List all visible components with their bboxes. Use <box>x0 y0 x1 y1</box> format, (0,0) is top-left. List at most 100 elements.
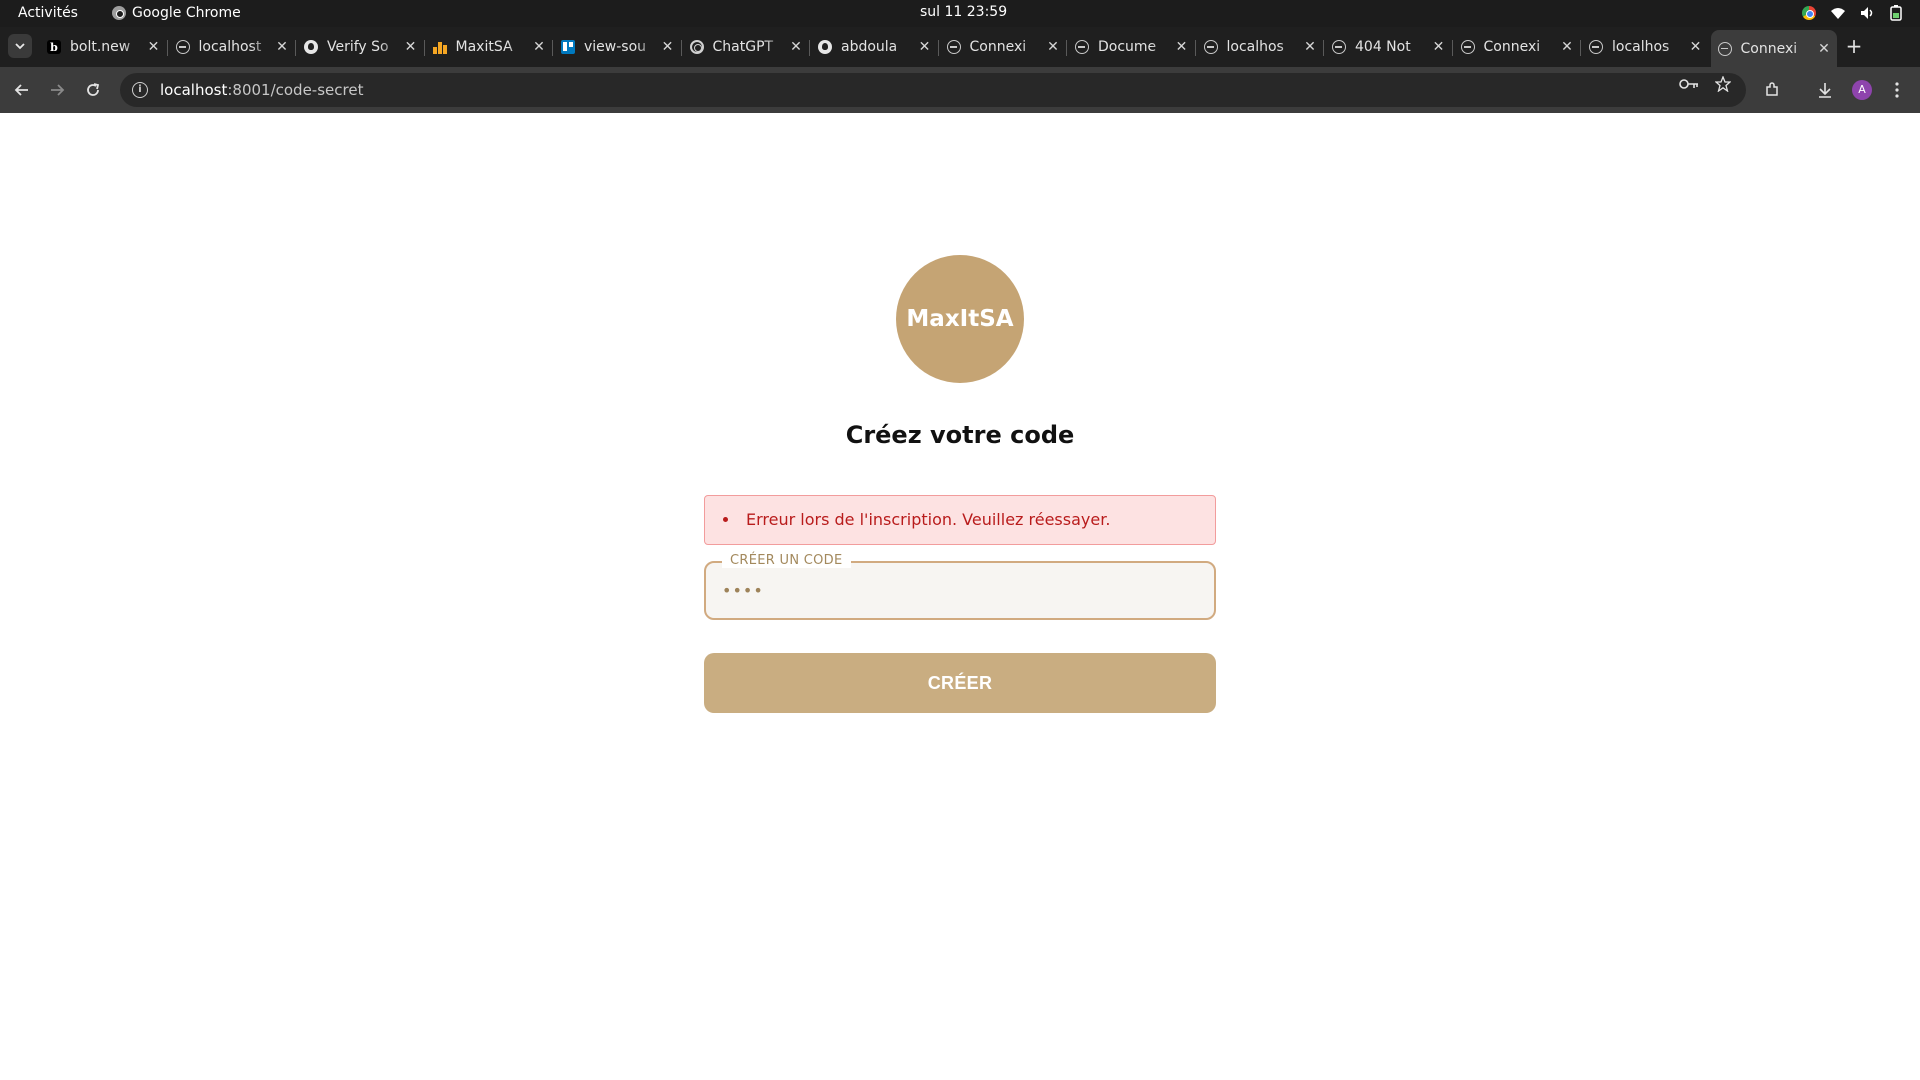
error-item: Erreur lors de l'inscription. Veuillez r… <box>723 510 1110 529</box>
globe-icon <box>1074 39 1090 55</box>
wifi-icon <box>1831 8 1845 19</box>
browser-tab[interactable]: localhost ✕ <box>169 32 296 62</box>
create-button[interactable]: CRÉER <box>704 653 1216 713</box>
close-icon[interactable]: ✕ <box>1815 41 1833 57</box>
close-icon[interactable]: ✕ <box>787 39 805 55</box>
app-menu[interactable]: Google Chrome <box>112 5 241 21</box>
page-title: Créez votre code <box>845 421 1075 449</box>
tab-separator <box>809 40 810 56</box>
activities-button[interactable]: Activités <box>18 5 78 21</box>
chrome-icon <box>112 6 126 20</box>
code-input-value[interactable]: •••• <box>722 581 764 600</box>
browser-tab[interactable]: ChatGPT ✕ <box>683 32 810 62</box>
globe-icon <box>1460 39 1476 55</box>
volume-icon <box>1861 7 1873 19</box>
tab-separator <box>295 40 296 56</box>
close-icon[interactable]: ✕ <box>145 39 163 55</box>
browser-tab[interactable]: view-sou ✕ <box>554 32 682 62</box>
system-tray[interactable] <box>1802 5 1902 21</box>
tab-title: Docume <box>1098 39 1157 55</box>
browser-tab[interactable]: localhos ✕ <box>1197 32 1324 62</box>
browser-tab[interactable]: Connexi ✕ <box>1710 30 1837 67</box>
tab-title: MaxitSA <box>455 39 513 55</box>
close-icon[interactable]: ✕ <box>1430 39 1448 55</box>
new-tab-button[interactable]: + <box>1842 34 1866 58</box>
tab-separator <box>680 40 682 56</box>
maxit-icon <box>432 39 448 55</box>
system-top-bar: Activités Google Chrome sul 11 23:59 <box>0 0 1920 27</box>
close-icon[interactable]: ✕ <box>1687 39 1705 55</box>
tab-separator <box>552 40 553 56</box>
profile-avatar[interactable]: A <box>1852 80 1872 100</box>
browser-tab[interactable]: MaxitSA ✕ <box>426 32 553 62</box>
tab-title: localhost <box>198 39 262 55</box>
brand-logo: MaxItSA <box>896 255 1024 383</box>
close-icon[interactable]: ✕ <box>1301 39 1319 55</box>
app-name-label: Google Chrome <box>132 5 241 21</box>
close-icon[interactable]: ✕ <box>273 39 291 55</box>
error-alert: Erreur lors de l'inscription. Veuillez r… <box>704 495 1216 545</box>
battery-icon <box>1890 5 1902 21</box>
tab-separator <box>937 40 939 56</box>
chatgpt-icon <box>689 39 705 55</box>
error-list: Erreur lors de l'inscription. Veuillez r… <box>723 510 1110 529</box>
tab-separator <box>1451 40 1453 56</box>
back-button[interactable] <box>10 78 34 102</box>
reload-button[interactable] <box>81 78 105 102</box>
tab-title: localhos <box>1612 39 1670 55</box>
browser-tab[interactable]: Verify So ✕ <box>297 32 425 62</box>
tab-title: Connexi <box>969 39 1027 55</box>
tab-separator <box>1066 40 1067 56</box>
browser-tab[interactable]: abdoula ✕ <box>811 32 939 62</box>
browser-tab[interactable]: localhos ✕ <box>1582 32 1709 62</box>
more-menu-icon[interactable] <box>1885 78 1909 102</box>
browser-tab[interactable]: Connexi ✕ <box>940 32 1067 62</box>
browser-toolbar: i localhost:8001/code-secret <box>0 67 1920 113</box>
browser-tab[interactable]: b bolt.new ✕ <box>40 32 168 62</box>
reload-icon <box>87 83 100 96</box>
address-bar[interactable]: i localhost:8001/code-secret <box>120 73 1746 107</box>
browser-tab[interactable]: 404 Not ✕ <box>1325 32 1453 62</box>
brand-logo-text: MaxItSA <box>906 306 1014 332</box>
tab-separator <box>1580 40 1581 56</box>
downloads-icon[interactable] <box>1813 78 1837 102</box>
tab-title: abdoula <box>841 39 898 55</box>
extensions-icon[interactable] <box>1760 78 1784 102</box>
close-icon[interactable]: ✕ <box>1173 39 1191 55</box>
browser-tab[interactable]: Docume ✕ <box>1068 32 1196 62</box>
tab-title: view-sou <box>584 39 647 55</box>
tab-separator <box>1323 40 1324 56</box>
site-info-icon[interactable]: i <box>132 82 148 98</box>
bullet-icon <box>723 517 728 522</box>
browser-tab[interactable]: Connexi ✕ <box>1454 32 1581 62</box>
code-input[interactable]: CRÉER UN CODE •••• <box>704 553 1216 620</box>
tab-strip: b bolt.new ✕ localhost ✕ Verify So ✕ MaxitSA ✕ vi… <box>0 27 1920 67</box>
close-icon[interactable]: ✕ <box>1044 39 1062 55</box>
close-icon[interactable]: ✕ <box>916 39 934 55</box>
password-key-icon[interactable] <box>1679 76 1699 92</box>
close-icon[interactable]: ✕ <box>530 39 548 55</box>
forward-button[interactable] <box>45 78 69 102</box>
tab-title: bolt.new <box>70 39 131 55</box>
globe-icon <box>175 39 191 55</box>
tab-title: Connexi <box>1483 39 1541 55</box>
globe-icon <box>1588 39 1604 55</box>
arrow-right-icon <box>51 84 65 96</box>
url-text[interactable]: localhost:8001/code-secret <box>160 81 363 99</box>
tab-title: Connexi <box>1740 40 1798 57</box>
error-message: Erreur lors de l'inscription. Veuillez r… <box>746 510 1111 529</box>
close-icon[interactable]: ✕ <box>1558 39 1576 55</box>
bookmark-star-icon[interactable] <box>1713 75 1733 93</box>
chevron-down-icon <box>15 43 25 50</box>
close-icon[interactable]: ✕ <box>402 39 420 55</box>
clock[interactable]: sul 11 23:59 <box>920 4 1007 20</box>
code-input-label: CRÉER UN CODE <box>722 553 851 568</box>
tab-separator <box>166 40 168 56</box>
globe-icon <box>1331 39 1347 55</box>
github-icon <box>817 39 833 55</box>
tab-search-button[interactable] <box>8 34 32 58</box>
tab-title: Verify So <box>327 39 389 55</box>
bolt-icon: b <box>46 39 62 55</box>
close-icon[interactable]: ✕ <box>659 39 677 55</box>
tab-title: 404 Not <box>1355 39 1411 55</box>
